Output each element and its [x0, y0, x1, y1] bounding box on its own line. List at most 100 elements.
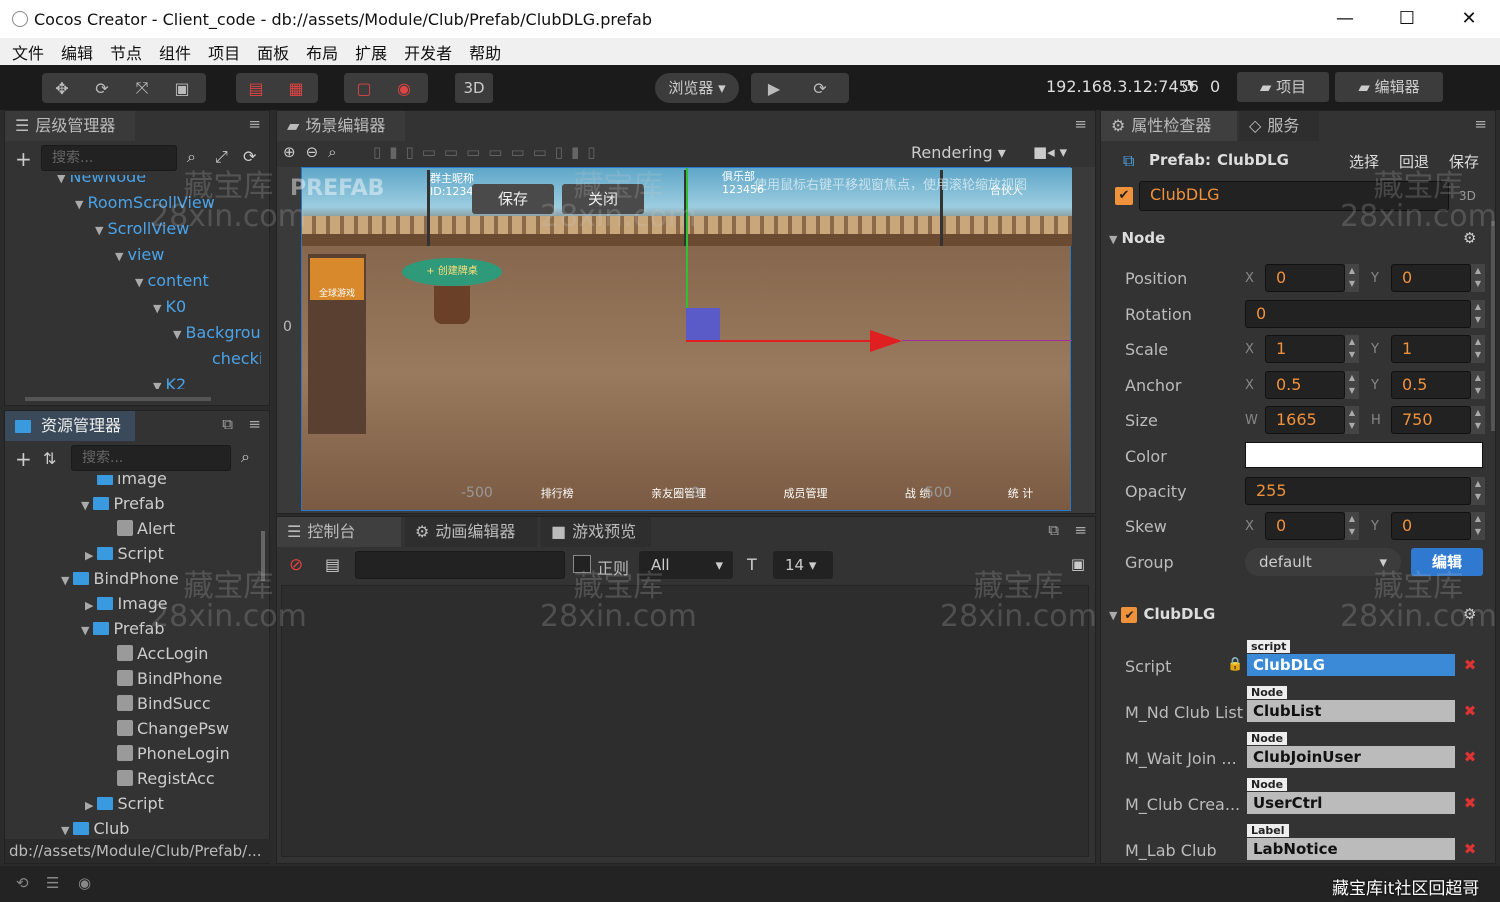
scene-menu-icon[interactable]: ≡: [1074, 115, 1087, 133]
skew-x-stepper[interactable]: ▲ ▼: [1345, 512, 1359, 540]
scale-x-stepper[interactable]: ▲ ▼: [1345, 335, 1359, 363]
script-field[interactable]: ClubDLG: [1247, 654, 1455, 676]
club-list-field[interactable]: ClubList: [1247, 700, 1455, 722]
console-menu-icon[interactable]: ≡: [1074, 521, 1087, 539]
rotation-stepper[interactable]: ▲ ▼: [1471, 300, 1485, 328]
rect-tool-icon[interactable]: ▣: [162, 79, 202, 98]
rotate-tool-icon[interactable]: ⟳: [82, 79, 122, 98]
wait-join-field[interactable]: ClubJoinUser: [1247, 746, 1455, 768]
tab-inspector[interactable]: ⚙ 属性检查器: [1101, 111, 1237, 141]
sync-icon[interactable]: ⟲: [16, 874, 29, 892]
opacity-stepper[interactable]: ▲ ▼: [1471, 477, 1485, 505]
lab-club-field[interactable]: LabNotice: [1247, 838, 1455, 860]
grid-icon[interactable]: ◉: [384, 79, 424, 98]
add-asset-icon[interactable]: +: [15, 447, 32, 471]
tree-node[interactable]: ▼ view: [115, 245, 164, 264]
asset-folder[interactable]: image: [97, 475, 167, 488]
position-x-input[interactable]: 0: [1265, 264, 1345, 292]
zoom-in-icon[interactable]: ⊕: [283, 143, 306, 161]
anchor-handle[interactable]: [686, 308, 720, 340]
component-enabled-checkbox[interactable]: ✔: [1121, 607, 1138, 623]
anchor-x-stepper[interactable]: ▲ ▼: [1345, 371, 1359, 399]
menu-project[interactable]: 项目: [208, 40, 240, 64]
search-icon[interactable]: ⌕: [187, 147, 196, 167]
hierarchy-search-input[interactable]: 搜索...: [41, 145, 177, 171]
tree-node[interactable]: ▼ K0: [153, 297, 186, 316]
popout-icon[interactable]: ⧉: [1048, 521, 1059, 539]
tab-hierarchy[interactable]: ☰ 层级管理器: [5, 111, 135, 141]
close-button[interactable]: ✕: [1438, 0, 1500, 38]
scale-x-input[interactable]: 1: [1265, 335, 1345, 363]
size-h-input[interactable]: 750: [1391, 406, 1471, 434]
asset-folder[interactable]: ▼ Prefab: [81, 494, 165, 513]
menu-member-manage[interactable]: 成员管理: [783, 485, 827, 501]
position-y-stepper[interactable]: ▲ ▼: [1471, 264, 1485, 292]
align-tools[interactable]: ▯▮▯▭▭▭▭▭▭▯▮▯: [373, 143, 604, 161]
inspector-menu-icon[interactable]: ≡: [1474, 115, 1487, 133]
clear-club-list-icon[interactable]: ✖: [1457, 699, 1483, 723]
tree-node[interactable]: ▼Background: [173, 323, 261, 342]
refresh-icon[interactable]: ⟳: [243, 147, 256, 166]
asset-prefab[interactable]: RegistAcc: [117, 769, 215, 788]
minimize-button[interactable]: —: [1314, 0, 1376, 38]
position-y-input[interactable]: 0: [1391, 264, 1471, 292]
club-create-field[interactable]: UserCtrl: [1247, 792, 1455, 814]
clear-wait-join-icon[interactable]: ✖: [1457, 745, 1483, 769]
skew-x-input[interactable]: 0: [1265, 512, 1345, 540]
size-w-stepper[interactable]: ▲ ▼: [1345, 406, 1359, 434]
browser-select[interactable]: 浏览器 ▾: [655, 73, 739, 103]
asset-folder[interactable]: ▼ Club: [61, 819, 129, 835]
locate-icon[interactable]: ⤢: [215, 147, 228, 167]
tab-animation[interactable]: ⚙ 动画编辑器: [405, 517, 537, 547]
tab-assets[interactable]: 资源管理器: [5, 411, 135, 441]
menu-help[interactable]: 帮助: [469, 40, 501, 64]
tree-node[interactable]: ▼ content: [135, 271, 209, 290]
local-icon[interactable]: ▦: [276, 79, 316, 98]
menu-file[interactable]: 文件: [12, 40, 44, 64]
console-filter-input[interactable]: [355, 551, 565, 579]
hierarchy-menu-icon[interactable]: ≡: [248, 115, 261, 133]
maximize-button[interactable]: ☐: [1376, 0, 1438, 38]
inspector-vscrollbar[interactable]: [1491, 221, 1495, 431]
sort-icon[interactable]: ⇅: [43, 449, 56, 468]
x-arrow-icon[interactable]: [870, 330, 902, 352]
skew-y-input[interactable]: 0: [1391, 512, 1471, 540]
scale-tool-icon[interactable]: ⤧: [122, 78, 162, 98]
play-icon[interactable]: ▶: [751, 79, 797, 98]
skew-y-stepper[interactable]: ▲ ▼: [1471, 512, 1485, 540]
color-swatch[interactable]: [1245, 442, 1483, 468]
tab-game-preview[interactable]: ■ 游戏预览: [541, 517, 651, 547]
node-section-header[interactable]: ▼ Node: [1109, 229, 1165, 247]
collapse-icon[interactable]: ▣: [1071, 555, 1085, 573]
zoom-fit-icon[interactable]: ⌕: [328, 143, 346, 161]
tab-console[interactable]: ☰ 控制台: [277, 517, 401, 547]
asset-prefab[interactable]: AccLogin: [117, 644, 208, 663]
assets-search-input[interactable]: 搜索...: [71, 445, 231, 471]
position-x-stepper[interactable]: ▲ ▼: [1345, 264, 1359, 292]
assets-menu-icon[interactable]: ≡: [248, 415, 261, 433]
tab-service[interactable]: ◇ 服务: [1239, 111, 1319, 141]
open-project-button[interactable]: ▰ 项目: [1237, 72, 1329, 102]
menu-developer[interactable]: 开发者: [404, 40, 452, 64]
asset-folder[interactable]: ▶ Script: [85, 544, 164, 563]
component-header[interactable]: ▼ ✔ ClubDLG: [1109, 605, 1215, 623]
menu-panel[interactable]: 面板: [257, 40, 289, 64]
anchor-x-input[interactable]: 0.5: [1265, 371, 1345, 399]
rendering-select[interactable]: Rendering ▾: [911, 143, 1006, 162]
camera-icon[interactable]: ■◂ ▾: [1033, 143, 1067, 161]
rotation-input[interactable]: 0: [1245, 300, 1471, 328]
menu-edit[interactable]: 编辑: [61, 40, 93, 64]
mode-3d-button[interactable]: 3D: [455, 73, 493, 103]
menu-component[interactable]: 组件: [159, 40, 191, 64]
asset-prefab[interactable]: ChangePsw: [117, 719, 229, 738]
tab-scene[interactable]: ▰ 场景编辑器: [277, 111, 405, 141]
popout-icon[interactable]: ⧉: [222, 415, 233, 433]
clear-script-icon[interactable]: ✖: [1457, 653, 1483, 677]
clear-lab-club-icon[interactable]: ✖: [1457, 837, 1483, 861]
zoom-out-icon[interactable]: ⊖: [306, 143, 329, 161]
menu-stats[interactable]: 统 计: [1008, 485, 1034, 501]
database-icon[interactable]: ☰: [46, 874, 59, 892]
asset-prefab[interactable]: BindPhone: [117, 669, 222, 688]
clear-club-create-icon[interactable]: ✖: [1457, 791, 1483, 815]
asset-prefab[interactable]: Alert: [117, 519, 175, 538]
